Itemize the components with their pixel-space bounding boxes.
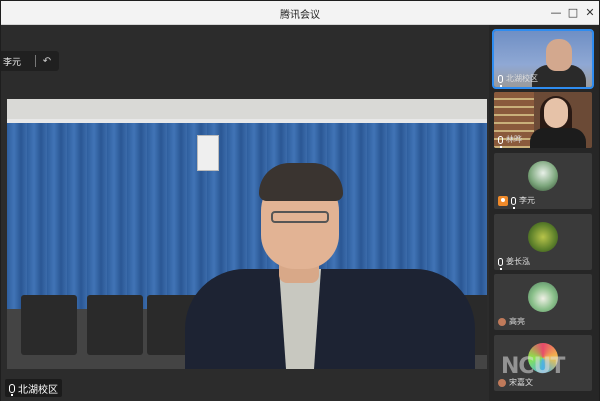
chair bbox=[21, 295, 77, 355]
main-video-label: 北湖校区 bbox=[5, 379, 62, 397]
participant-name: 高亮 bbox=[509, 317, 525, 326]
participant-name: 北湖校区 bbox=[506, 74, 538, 83]
hair bbox=[259, 163, 343, 201]
participant-name: 姜长泓 bbox=[506, 257, 530, 266]
minimize-icon[interactable]: — bbox=[547, 4, 565, 22]
microphone-icon bbox=[511, 196, 516, 209]
avatar bbox=[528, 222, 558, 252]
meeting-window: 腾讯会议 — □ ✕ 李元 ↶ 北湖校区 北湖校区 林晔 李元 姜长泓 高亮 宋… bbox=[0, 0, 600, 401]
participant-tile[interactable]: 林晔 bbox=[494, 92, 592, 148]
microphone-icon bbox=[498, 257, 503, 270]
participant-name-row: 李元 bbox=[498, 195, 535, 209]
participant-list: 北湖校区 林晔 李元 姜长泓 高亮 宋嘉文 bbox=[489, 25, 599, 401]
participant-name: 林晔 bbox=[506, 135, 522, 144]
jacket bbox=[185, 269, 475, 369]
speaker-tag[interactable]: 李元 ↶ bbox=[1, 51, 59, 71]
user-icon bbox=[498, 378, 506, 387]
maximize-icon[interactable]: □ bbox=[564, 4, 582, 22]
avatar bbox=[528, 161, 558, 191]
face bbox=[546, 39, 572, 71]
participant-name-row: 林晔 bbox=[498, 134, 522, 148]
host-icon bbox=[498, 195, 508, 206]
main-stage: 李元 ↶ 北湖校区 bbox=[1, 25, 489, 401]
participant-tile[interactable]: 姜长泓 bbox=[494, 214, 592, 270]
back-arrow-icon[interactable]: ↶ bbox=[36, 56, 58, 67]
participant-name: 李元 bbox=[519, 196, 535, 205]
window-title: 腾讯会议 bbox=[280, 10, 320, 21]
main-video-name: 北湖校区 bbox=[18, 384, 58, 396]
microphone-icon bbox=[498, 74, 503, 87]
avatar bbox=[528, 282, 558, 312]
glasses bbox=[271, 211, 329, 223]
close-icon[interactable]: ✕ bbox=[581, 4, 599, 22]
face bbox=[544, 98, 568, 128]
title-bar: 腾讯会议 — □ ✕ bbox=[1, 1, 599, 25]
watermark-logo: NCUT bbox=[501, 354, 565, 379]
participant-name-row: 姜长泓 bbox=[498, 256, 530, 270]
participant-name-row: 北湖校区 bbox=[498, 73, 538, 87]
speaker-name: 李元 bbox=[3, 57, 22, 68]
participant-tile[interactable]: 北湖校区 bbox=[492, 29, 594, 89]
participant-tile[interactable]: 李元 bbox=[494, 153, 592, 209]
participant-name-row: 高亮 bbox=[498, 316, 525, 327]
speaker-person bbox=[175, 161, 485, 369]
microphone-icon bbox=[9, 383, 15, 396]
participant-tile[interactable]: 高亮 bbox=[494, 274, 592, 330]
user-icon bbox=[498, 317, 506, 326]
main-video[interactable] bbox=[7, 99, 487, 369]
microphone-icon bbox=[498, 135, 503, 148]
chair bbox=[87, 295, 143, 355]
body bbox=[530, 128, 586, 148]
